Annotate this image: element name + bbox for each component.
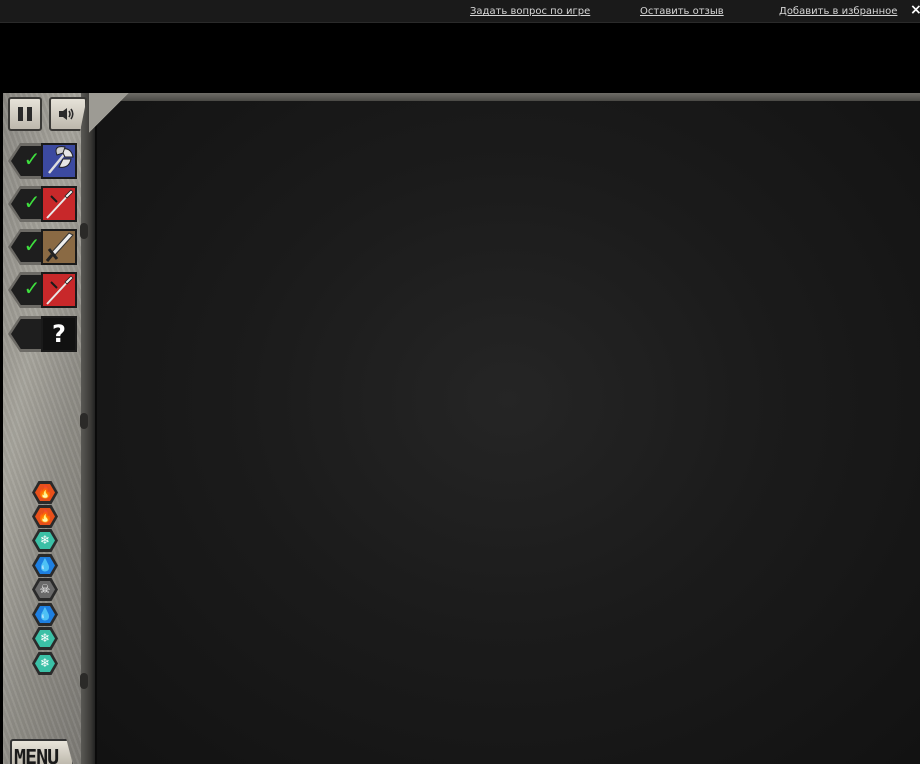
frame-bolt bbox=[80, 223, 88, 239]
game-playfield[interactable] bbox=[95, 101, 920, 764]
snowflake-icon: ❄ bbox=[35, 532, 55, 549]
check-icon: ✓ bbox=[23, 233, 41, 257]
sword-icon bbox=[41, 229, 77, 265]
fire-icon: 🔥 bbox=[35, 484, 55, 501]
snowflake-icon: ❄ bbox=[35, 630, 55, 647]
water-drop-icon: 💧 bbox=[35, 606, 55, 623]
frame-bolt bbox=[80, 673, 88, 689]
unit-slot-locked[interactable]: ? bbox=[8, 316, 78, 352]
battle-axe-icon bbox=[41, 143, 77, 179]
menu-button[interactable]: MENU bbox=[10, 739, 74, 764]
skull-icon: ☠ bbox=[35, 581, 55, 598]
water-drop-icon: 💧 bbox=[35, 557, 55, 574]
check-icon: ✓ bbox=[23, 276, 41, 300]
ask-question-link[interactable]: Задать вопрос по игре bbox=[470, 6, 590, 17]
pause-button[interactable] bbox=[8, 97, 42, 131]
menu-label: MENU bbox=[14, 745, 59, 764]
spear-icon bbox=[41, 186, 77, 222]
snowflake-icon: ❄ bbox=[35, 655, 55, 672]
question-mark-icon: ? bbox=[41, 316, 77, 352]
add-to-favorites-link[interactable]: Добавить в избранное bbox=[779, 6, 897, 17]
frame-corner-plate bbox=[89, 93, 129, 133]
unit-slot-swordsman[interactable]: ✓ bbox=[8, 229, 78, 265]
locked-unit-label: ? bbox=[52, 320, 66, 348]
check-icon: ✓ bbox=[23, 147, 41, 171]
unit-slot-axeman[interactable]: ✓ bbox=[8, 143, 78, 179]
speaker-icon bbox=[59, 108, 74, 120]
fire-icon: 🔥 bbox=[35, 508, 55, 525]
top-header-bar: Задать вопрос по игре Оставить отзыв Доб… bbox=[0, 0, 920, 23]
check-icon: ✓ bbox=[23, 190, 41, 214]
frame-top-rail bbox=[89, 93, 920, 101]
leave-review-link[interactable]: Оставить отзыв bbox=[640, 6, 724, 17]
frame-bolt bbox=[80, 413, 88, 429]
spear-icon bbox=[41, 272, 77, 308]
unit-slot-spearman[interactable]: ✓ bbox=[8, 272, 78, 308]
banner-area bbox=[3, 23, 920, 93]
close-icon[interactable]: × bbox=[910, 2, 920, 18]
unit-slot-spearman[interactable]: ✓ bbox=[8, 186, 78, 222]
game-viewport: ✓ ✓ ✓ ✓ ? 🔥 🔥 ❄ 💧 ☠ 💧 ❄ ❄ MENU bbox=[3, 93, 920, 764]
